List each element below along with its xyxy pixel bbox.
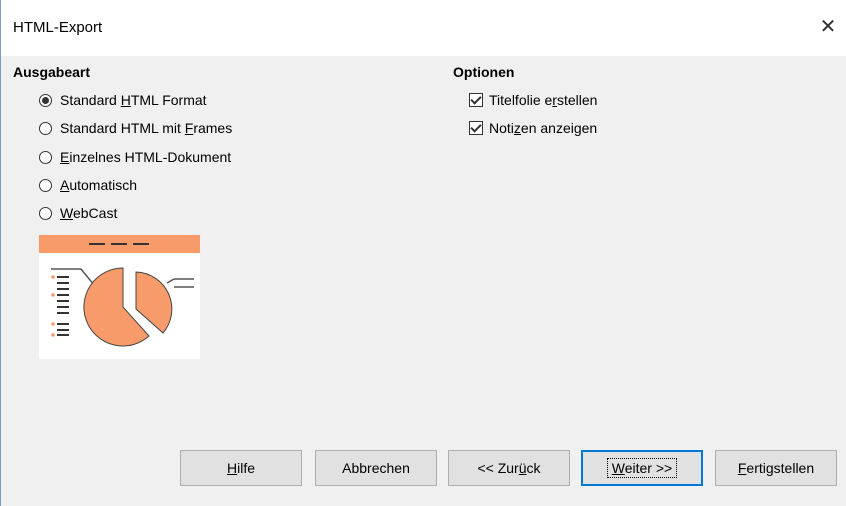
cancel-button-label: Abbrechen (342, 460, 410, 476)
html-export-dialog: HTML-Export ✕ Ausgabeart Standard HTML F… (0, 0, 846, 506)
preview-image (39, 235, 200, 359)
radio-automatic[interactable]: Automatisch (39, 177, 137, 193)
window-title: HTML-Export (13, 19, 103, 36)
checkbox-title-slide[interactable]: Titelfolie erstellen (469, 92, 597, 108)
close-icon: ✕ (819, 15, 837, 38)
checkbox-label: Titelfolie erstellen (489, 92, 598, 108)
help-button[interactable]: Hilfe (180, 450, 302, 486)
radio-webcast[interactable]: WebCast (39, 205, 117, 221)
title-bar: HTML-Export ✕ (1, 0, 846, 56)
radio-button[interactable] (39, 206, 52, 220)
radio-button[interactable] (39, 150, 52, 164)
next-button-label: Weiter >> (606, 458, 678, 478)
radio-standard-html-frames[interactable]: Standard HTML mit Frames (39, 120, 232, 136)
close-button[interactable]: ✕ (810, 8, 846, 44)
checkbox[interactable] (469, 93, 483, 107)
radio-label: Standard HTML Format (60, 92, 207, 108)
help-button-label: Hilfe (226, 460, 256, 476)
radio-label: WebCast (60, 205, 118, 221)
finish-button[interactable]: Fertigstellen (715, 450, 837, 486)
back-button-label: << Zurück (477, 460, 541, 476)
next-button[interactable]: Weiter >> (581, 450, 703, 486)
radio-label: Automatisch (60, 177, 138, 193)
back-button[interactable]: << Zurück (448, 450, 570, 486)
checkbox[interactable] (469, 121, 483, 135)
cancel-button[interactable]: Abbrechen (315, 450, 437, 486)
radio-button[interactable] (39, 178, 52, 192)
pie-chart-preview-icon (39, 235, 200, 347)
finish-button-label: Fertigstellen (737, 460, 815, 476)
radio-button[interactable] (39, 121, 52, 135)
output-type-heading: Ausgabeart (13, 64, 91, 80)
radio-label: Standard HTML mit Frames (60, 120, 233, 136)
checkbox-label: Notizen anzeigen (489, 120, 598, 136)
radio-standard-html-format[interactable]: Standard HTML Format (39, 92, 207, 108)
options-heading: Optionen (453, 64, 515, 80)
radio-single-html-document[interactable]: Einzelnes HTML-Dokument (39, 149, 231, 165)
radio-button[interactable] (39, 93, 52, 107)
checkbox-show-notes[interactable]: Notizen anzeigen (469, 120, 597, 136)
radio-label: Einzelnes HTML-Dokument (60, 149, 232, 165)
